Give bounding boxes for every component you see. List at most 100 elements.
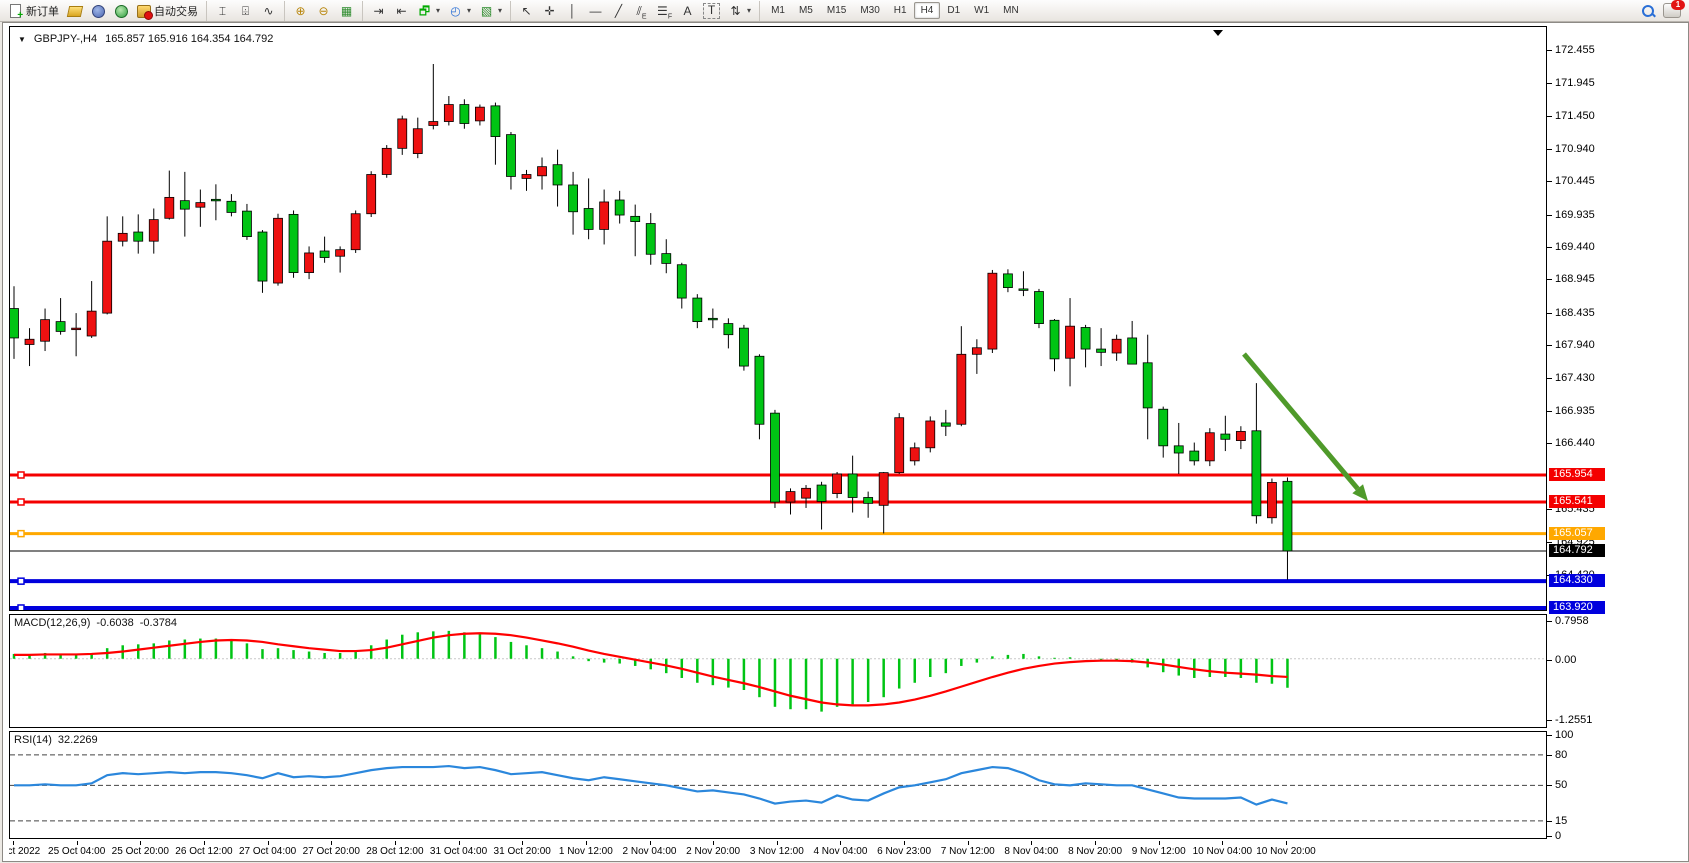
- arrows-button[interactable]: ⇅▾: [724, 3, 755, 19]
- candle: [1081, 325, 1090, 367]
- candle: [320, 237, 329, 263]
- zoom-out-button[interactable]: ⊖: [312, 3, 335, 19]
- timeframe-button-H4[interactable]: H4: [914, 2, 941, 19]
- candle: [615, 191, 624, 224]
- chart-shift-marker-icon[interactable]: [1213, 30, 1223, 36]
- timeframe-button-D1[interactable]: D1: [940, 2, 967, 19]
- level-price-label: 165.057: [1549, 527, 1605, 540]
- rsi-canvas[interactable]: [10, 732, 1546, 838]
- candle: [413, 118, 422, 159]
- price-chart-canvas[interactable]: [10, 27, 1546, 610]
- timeframe-button-M15[interactable]: M15: [820, 2, 853, 19]
- crosshair-button[interactable]: ✛: [538, 3, 561, 19]
- trendline-button[interactable]: ╱: [607, 3, 630, 19]
- chart-shift-button[interactable]: ⇤: [390, 3, 413, 19]
- hline-button[interactable]: —: [584, 3, 607, 19]
- candle: [1112, 335, 1121, 361]
- time-axis-tick: [1031, 841, 1032, 845]
- fibonacci-button[interactable]: ☰F: [653, 3, 676, 19]
- notifications-button[interactable]: 1: [1659, 2, 1685, 19]
- trend-arrow-annotation[interactable]: [1244, 354, 1368, 501]
- toolbar-group-objects: ↖ ✛ │ — ╱ ⫽E ☰F A T ⇅▾: [510, 1, 759, 21]
- vline-button[interactable]: │: [561, 3, 584, 19]
- cursor-button[interactable]: ↖: [515, 3, 538, 19]
- time-axis-label: 8 Nov 20:00: [1068, 846, 1122, 857]
- time-axis-tick: [586, 841, 587, 845]
- template-icon: ▧: [479, 4, 494, 18]
- chevron-down-icon[interactable]: ▼: [18, 35, 26, 44]
- templates-button[interactable]: ▧▾: [475, 3, 506, 19]
- signals-button[interactable]: [109, 3, 132, 19]
- periodicity-button[interactable]: ◴▾: [444, 3, 475, 19]
- candle: [584, 178, 593, 239]
- new-order-button[interactable]: + 新订单: [4, 2, 63, 20]
- level-anchor-handle[interactable]: [18, 499, 24, 505]
- time-axis-label: 9 Nov 12:00: [1132, 846, 1186, 857]
- level-anchor-handle[interactable]: [18, 531, 24, 537]
- level-price-label: 164.330: [1549, 574, 1605, 587]
- channel-button[interactable]: ⫽E: [630, 3, 653, 19]
- candle: [134, 214, 143, 253]
- timeframe-button-H1[interactable]: H1: [887, 2, 914, 19]
- time-axis[interactable]: 24 Oct 202225 Oct 04:0025 Oct 20:0026 Oc…: [9, 841, 1547, 861]
- timeframe-button-M5[interactable]: M5: [792, 2, 820, 19]
- level-anchor-handle[interactable]: [18, 472, 24, 478]
- time-axis-label: 6 Nov 23:00: [877, 846, 931, 857]
- auto-scroll-button[interactable]: ⇥: [367, 3, 390, 19]
- macd-canvas[interactable]: [10, 615, 1546, 727]
- level-anchor-handle[interactable]: [18, 578, 24, 584]
- level-price-label: 165.954: [1549, 468, 1605, 481]
- candle: [227, 194, 236, 216]
- macd-pane[interactable]: MACD(12,26,9) -0.6038 -0.3784: [9, 614, 1547, 728]
- macd-label: MACD(12,26,9): [14, 617, 90, 629]
- candle: [1174, 423, 1183, 474]
- time-axis-tick: [1159, 841, 1160, 845]
- candle: [118, 216, 127, 246]
- text-label-button[interactable]: T: [699, 2, 724, 20]
- rsi-pane[interactable]: RSI(14) 32.2269: [9, 731, 1547, 839]
- time-axis-label: 4 Nov 04:00: [813, 846, 867, 857]
- candle: [941, 410, 950, 436]
- price-axis-tick: 168.945: [1555, 273, 1595, 285]
- mt4-terminal: + 新订单 自动交易 ⌶ ⌹ ∿ ⊕ ⊖ ▦ ⇥ ⇤ 🗗▾ ◴▾ ▧▾: [0, 0, 1689, 863]
- candle: [305, 246, 314, 279]
- candle: [196, 190, 205, 227]
- tile-windows-button[interactable]: ▦: [335, 3, 358, 19]
- price-pane[interactable]: ▼ GBPJPY-,H4 165.857 165.916 164.354 164…: [9, 26, 1547, 611]
- rsi-axis-tick: 0: [1555, 830, 1561, 842]
- time-axis-tick: [13, 841, 14, 845]
- candle: [662, 239, 671, 273]
- timeframe-button-M1[interactable]: M1: [764, 2, 792, 19]
- time-axis-tick: [968, 841, 969, 845]
- timeframe-button-M30[interactable]: M30: [853, 2, 886, 19]
- zoom-in-button[interactable]: ⊕: [289, 3, 312, 19]
- bar-chart-button[interactable]: ⌶: [211, 3, 234, 19]
- level-anchor-handle[interactable]: [18, 605, 24, 610]
- candle: [1143, 335, 1152, 440]
- candlestick-chart-button[interactable]: ⌹: [234, 3, 257, 19]
- price-axis[interactable]: 172.455171.945171.450170.940170.445169.9…: [1547, 26, 1688, 611]
- candle: [1159, 407, 1168, 458]
- time-axis-label: 28 Oct 12:00: [366, 846, 423, 857]
- autotrading-button[interactable]: 自动交易: [132, 2, 202, 20]
- toolbar-group-timeframes: M1M5M15M30H1H4D1W1MN: [759, 1, 1030, 21]
- candle: [103, 216, 112, 314]
- price-axis-tick: 169.935: [1555, 209, 1595, 221]
- clock-icon: ◴: [448, 4, 463, 18]
- candle: [336, 246, 345, 272]
- candle: [817, 482, 826, 530]
- timeframe-button-W1[interactable]: W1: [967, 2, 996, 19]
- macd-axis[interactable]: 0.79580.00-1.2551: [1547, 614, 1688, 728]
- time-axis-label: 31 Oct 20:00: [494, 846, 551, 857]
- new-chart-button[interactable]: 🗗▾: [413, 3, 444, 19]
- text-button[interactable]: A: [676, 3, 699, 19]
- line-chart-button[interactable]: ∿: [257, 3, 280, 19]
- timeframe-button-MN[interactable]: MN: [996, 2, 1026, 19]
- zoom-out-icon: ⊖: [316, 4, 331, 18]
- rsi-axis[interactable]: 1008050150: [1547, 731, 1688, 839]
- styles-button[interactable]: [63, 3, 86, 19]
- time-axis-label: 25 Oct 20:00: [112, 846, 169, 857]
- candlestick-chart-icon: ⌹: [238, 4, 253, 18]
- search-button[interactable]: [1637, 3, 1659, 19]
- profile-button[interactable]: [86, 3, 109, 19]
